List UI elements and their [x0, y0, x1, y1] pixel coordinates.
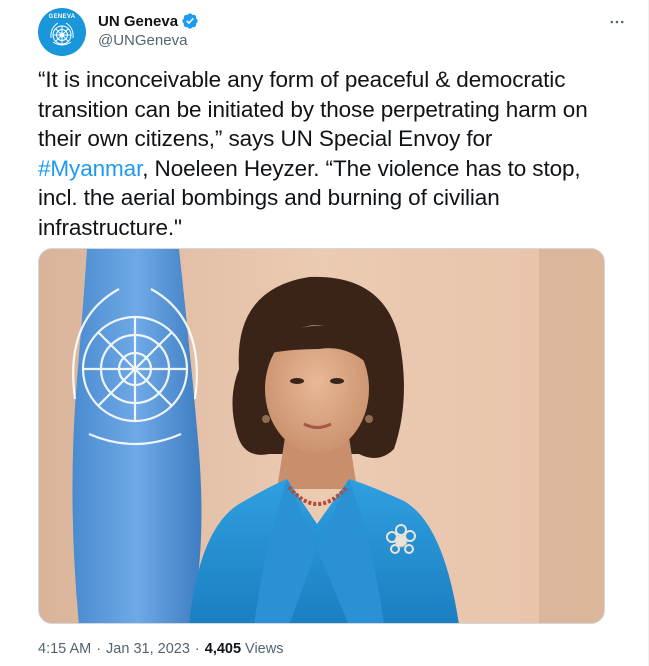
tweet-date[interactable]: Jan 31, 2023 — [106, 641, 190, 657]
verified-badge-icon — [181, 12, 199, 30]
separator: · — [96, 641, 102, 657]
hashtag-link[interactable]: #Myanmar — [38, 156, 142, 181]
un-emblem-icon — [50, 22, 74, 46]
tweet-text: “It is inconceivable any form of peacefu… — [38, 65, 608, 242]
display-name[interactable]: UN Geneva — [98, 13, 178, 30]
author-handle[interactable]: @UNGeneva — [98, 32, 199, 49]
tweet-header: GENEVA UN Geneva @UNGeneva — [38, 8, 632, 56]
tweet-text-before: “It is inconceivable any form of peacefu… — [38, 67, 588, 151]
tweet-photo[interactable] — [38, 248, 605, 624]
more-horizontal-icon[interactable] — [602, 12, 632, 32]
views-label[interactable]: Views — [245, 641, 283, 657]
avatar[interactable]: GENEVA — [38, 8, 86, 56]
avatar-text: GENEVA — [48, 14, 76, 20]
portrait-photo — [39, 249, 604, 623]
tweet-time[interactable]: 4:15 AM — [38, 641, 91, 657]
tweet-meta: 4:15 AM · Jan 31, 2023 · 4,405 Views — [38, 641, 283, 657]
tweet-card: GENEVA UN Geneva @UNGeneva “It is inconc… — [0, 0, 649, 666]
author-names: UN Geneva @UNGeneva — [98, 11, 199, 49]
separator: · — [194, 641, 200, 657]
views-count[interactable]: 4,405 — [205, 641, 241, 657]
